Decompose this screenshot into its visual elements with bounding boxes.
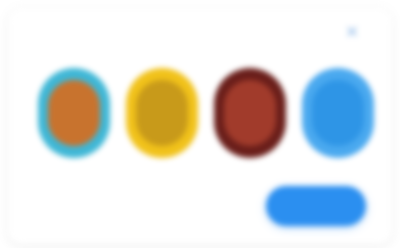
thumbnail-image	[136, 80, 188, 146]
thumbnail-image	[312, 80, 364, 146]
primary-action-button[interactable]	[266, 186, 366, 226]
thumbnail-3[interactable]	[214, 68, 286, 158]
thumbnail-image	[48, 80, 100, 146]
thumbnail-1[interactable]	[38, 68, 110, 158]
thumbnail-row	[38, 68, 374, 158]
close-icon[interactable]: ×	[340, 20, 364, 44]
thumbnail-image	[224, 80, 276, 146]
thumbnail-4[interactable]	[302, 68, 374, 158]
thumbnail-2[interactable]	[126, 68, 198, 158]
dialog-card: ×	[8, 8, 392, 244]
